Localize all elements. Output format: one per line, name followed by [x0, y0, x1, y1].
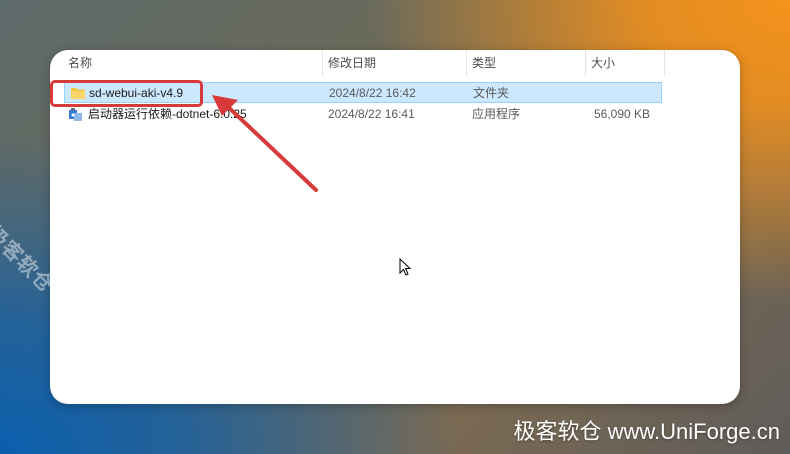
column-header-type[interactable]: 类型	[466, 50, 586, 76]
annotation-highlight-box	[50, 80, 203, 107]
column-header-modified-label: 修改日期	[328, 56, 377, 70]
file-modified: 2024/8/22 16:41	[328, 107, 415, 121]
column-header-type-label: 类型	[472, 56, 497, 70]
mouse-cursor-icon	[399, 258, 412, 276]
sort-caret-icon: ⌃	[187, 50, 196, 57]
column-header-name-label: 名称	[68, 56, 93, 70]
column-header-row: 名称 ⌃ 修改日期 类型 大小	[50, 50, 740, 76]
file-name: 启动器运行依赖-dotnet-6.0.25	[88, 107, 247, 121]
column-header-size[interactable]: 大小	[585, 50, 665, 76]
column-header-modified[interactable]: 修改日期	[322, 50, 466, 76]
file-row-installer[interactable]: 启动器运行依赖-dotnet-6.0.25 2024/8/22 16:41 应用…	[64, 104, 662, 125]
file-size: 56,090 KB	[594, 107, 651, 121]
column-divider[interactable]	[664, 50, 665, 76]
file-type: 文件夹	[473, 86, 510, 100]
file-type: 应用程序	[472, 107, 521, 121]
installer-icon	[69, 108, 82, 121]
watermark-corner: 极客软仓 www.UniForge.cn	[513, 419, 780, 444]
column-header-size-label: 大小	[591, 56, 616, 70]
file-modified: 2024/8/22 16:42	[329, 86, 416, 100]
